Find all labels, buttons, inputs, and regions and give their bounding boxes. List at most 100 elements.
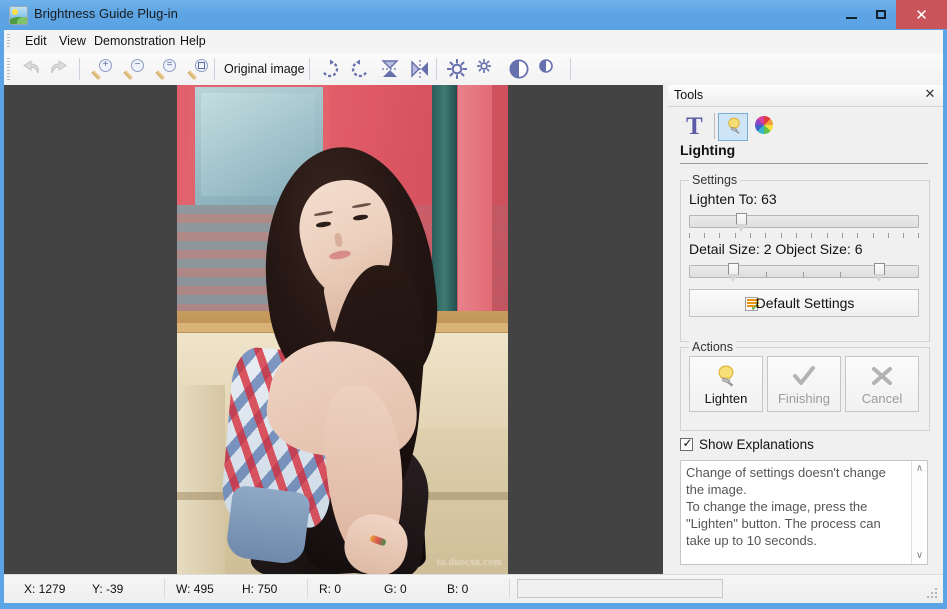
tools-panel: Tools ✕ T Lighting Settings Lighten To: …: [668, 85, 943, 574]
menu-bar: Edit View Demonstration Help: [4, 30, 943, 54]
zoom-actual-size-icon: =: [155, 59, 178, 80]
menu-item-edit[interactable]: Edit: [18, 33, 54, 50]
lighting-tool-button[interactable]: [718, 113, 748, 141]
image-canvas[interactable]: tu.duocsn.com: [4, 85, 663, 574]
cross-icon: [870, 364, 894, 388]
object-size-thumb[interactable]: [874, 263, 885, 282]
zoom-fit-icon: [187, 59, 210, 80]
scroll-down-icon[interactable]: ∨: [912, 549, 927, 563]
zoom-actual-size-button[interactable]: =: [153, 55, 181, 83]
toolbar-separator-2: [214, 58, 215, 80]
status-x: X: 1279: [24, 582, 66, 596]
rotate-counterclockwise-button[interactable]: [345, 55, 375, 83]
actions-group-label: Actions: [689, 340, 736, 354]
text-tool-button[interactable]: T: [682, 113, 712, 141]
status-height: H: 750: [242, 582, 278, 596]
detail-size-thumb[interactable]: [728, 263, 739, 282]
status-bar: X: 1279 Y: -39 W: 495 H: 750 R: 0 G: 0 B…: [4, 574, 943, 603]
undo-button[interactable]: [16, 55, 44, 83]
finishing-button-label: Finishing: [777, 391, 831, 406]
explanation-text: Change of settings doesn't change the im…: [686, 465, 886, 548]
lighting-tool-icon: [725, 117, 742, 134]
redo-button[interactable]: [46, 55, 74, 83]
status-width: W: 495: [176, 582, 214, 596]
maximize-icon: [876, 10, 886, 19]
photo-sofa-arm: [177, 385, 225, 574]
settings-group-label: Settings: [689, 173, 741, 187]
original-image-button[interactable]: Original image: [219, 59, 310, 79]
zoom-in-icon: +: [91, 59, 114, 80]
tools-panel-title: Tools: [674, 88, 704, 102]
status-red: R: 0: [319, 582, 342, 596]
actions-group: Actions Lighten Finishing Cancel: [680, 340, 930, 431]
tools-divider: [714, 113, 715, 139]
scroll-up-icon[interactable]: ∧: [912, 462, 927, 476]
status-green: G: 0: [384, 582, 407, 596]
resize-grip[interactable]: [927, 588, 939, 600]
section-divider: [680, 163, 928, 164]
flip-vertical-button[interactable]: [375, 55, 405, 83]
photo-right-wall: [458, 85, 492, 329]
settings-group: Settings Lighten To: 63 Detail Size: 2 O…: [680, 173, 930, 342]
toolbar-separator-4: [436, 58, 437, 80]
menu-item-help[interactable]: Help: [173, 33, 213, 50]
undo-icon: [19, 59, 41, 79]
window-title: Brightness Guide Plug-in: [34, 6, 178, 21]
explanation-scrollbar[interactable]: ∧ ∨: [911, 461, 927, 564]
status-y: Y: -39: [92, 582, 124, 596]
minimize-button[interactable]: [836, 0, 866, 29]
show-explanations-label: Show Explanations: [699, 437, 814, 452]
edited-photo[interactable]: tu.duocsn.com: [177, 85, 508, 574]
brightness-increase-button[interactable]: [442, 55, 472, 83]
lighten-button-label: Lighten: [704, 391, 748, 406]
lighten-button[interactable]: Lighten: [689, 356, 763, 412]
default-settings-button[interactable]: ✓ Default Settings: [689, 289, 919, 317]
finishing-button[interactable]: Finishing: [767, 356, 841, 412]
tools-panel-header: Tools ✕: [668, 85, 943, 107]
cancel-button[interactable]: Cancel: [845, 356, 919, 412]
toolbar-separator-1: [79, 58, 80, 80]
zoom-out-button[interactable]: −: [121, 55, 149, 83]
contrast-increase-button[interactable]: [504, 55, 534, 83]
maximize-button[interactable]: [866, 0, 896, 29]
flip-horizontal-button[interactable]: [405, 55, 435, 83]
toolbar-grip[interactable]: [7, 58, 10, 80]
client-area: Edit View Demonstration Help + − = Origi…: [4, 30, 943, 603]
lighten-slider-ticks: [689, 233, 919, 239]
image-sun-icon: [9, 6, 28, 25]
minimize-icon: [846, 17, 857, 19]
color-tool-icon: [755, 116, 773, 134]
cancel-button-label: Cancel: [861, 391, 903, 406]
checkmark-icon: [792, 364, 816, 388]
toolbar-separator-3: [309, 58, 310, 80]
rotate-clockwise-button[interactable]: [315, 55, 345, 83]
menu-item-demonstration[interactable]: Demonstration: [87, 33, 182, 50]
default-settings-label: Default Settings: [755, 295, 855, 311]
lighten-slider[interactable]: [689, 213, 919, 232]
size-range-slider[interactable]: [689, 263, 919, 282]
photo-watermark: tu.duocsn.com: [437, 557, 502, 568]
application-window: Brightness Guide Plug-in ✕ Edit View Dem…: [0, 0, 947, 609]
lightbulb-icon: [714, 364, 738, 388]
section-title-lighting: Lighting: [680, 142, 736, 158]
explanation-box[interactable]: Change of settings doesn't change the im…: [680, 460, 928, 565]
zoom-out-icon: −: [123, 59, 146, 80]
color-tool-button[interactable]: [750, 113, 780, 141]
status-blue: B: 0: [447, 582, 469, 596]
photo-subject-shorts: [224, 484, 312, 566]
tools-panel-close-icon[interactable]: ✕: [923, 87, 937, 101]
close-button[interactable]: ✕: [896, 0, 947, 29]
lighten-slider-thumb[interactable]: [736, 213, 747, 232]
contrast-decrease-button[interactable]: [534, 55, 564, 83]
menu-grip[interactable]: [7, 34, 10, 49]
sizes-label: Detail Size: 2 Object Size: 6: [689, 241, 863, 257]
toolbar: + − = Original image: [4, 53, 943, 86]
brightness-decrease-button[interactable]: [472, 55, 502, 83]
redo-icon: [49, 59, 71, 79]
zoom-in-button[interactable]: +: [89, 55, 117, 83]
show-explanations-checkbox[interactable]: ✓: [680, 436, 693, 451]
status-progress-bar: [517, 579, 723, 598]
checkbox-check-icon: ✓: [682, 436, 693, 450]
close-icon: ✕: [915, 7, 928, 24]
zoom-fit-button[interactable]: [185, 55, 213, 83]
